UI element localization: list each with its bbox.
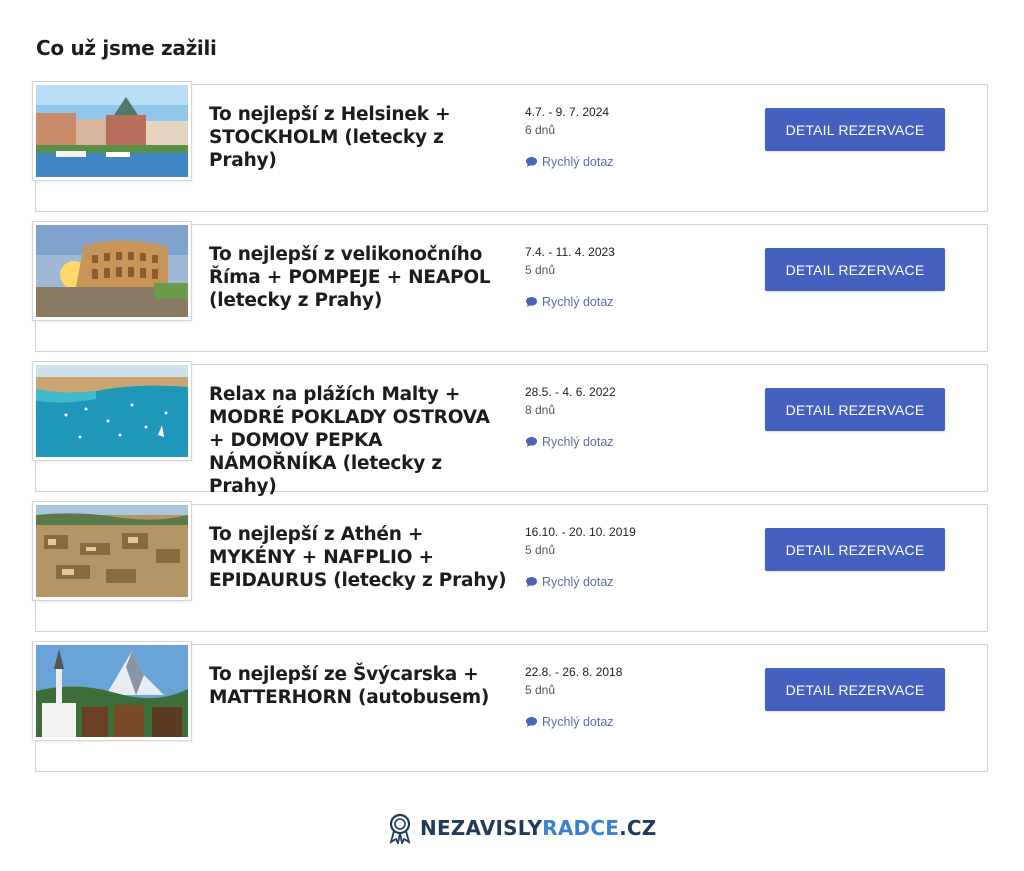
trip-photo-athens[interactable]: [32, 501, 192, 601]
trip-dates: 7.4. - 11. 4. 2023: [525, 245, 615, 259]
trip-card: Relax na plážích Malty + MODRÉ POKLADY O…: [32, 361, 988, 497]
trip-photo-rome[interactable]: [32, 221, 192, 321]
logo-text-part1: NEZAVISLY: [420, 816, 543, 840]
trip-photo-malta[interactable]: [32, 361, 192, 461]
trip-card: To nejlepší z velikonočního Říma + POMPE…: [32, 221, 988, 352]
chat-bubble-icon: [526, 297, 537, 307]
trip-photo-helsinki[interactable]: [32, 81, 192, 181]
chat-bubble-icon: [526, 437, 537, 447]
trip-title: To nejlepší ze Švýcarska + MATTERHORN (a…: [209, 664, 490, 708]
quick-question-label: Rychlý dotaz: [542, 575, 614, 589]
quick-question-link[interactable]: Rychlý dotaz: [525, 295, 614, 309]
site-logo[interactable]: NEZAVISLYRADCE.CZ: [386, 812, 656, 844]
trip-dates: 16.10. - 20. 10. 2019: [525, 525, 636, 539]
trip-card: To nejlepší z Athén + MYKÉNY + NAFPLIO +…: [32, 501, 988, 632]
detail-reservation-button[interactable]: DETAIL REZERVACE: [765, 388, 945, 431]
trip-duration: 5 dnů: [525, 683, 556, 697]
trip-dates: 28.5. - 4. 6. 2022: [525, 385, 616, 399]
detail-reservation-button[interactable]: DETAIL REZERVACE: [765, 248, 945, 291]
malta-bay-image: [36, 365, 188, 457]
trip-card: To nejlepší z Helsinek + STOCKHOLM (lete…: [32, 81, 988, 212]
quick-question-link[interactable]: Rychlý dotaz: [525, 715, 614, 729]
trip-title: To nejlepší z Helsinek + STOCKHOLM (lete…: [209, 104, 451, 171]
helsinki-harbor-image: [36, 85, 188, 177]
quick-question-label: Rychlý dotaz: [542, 715, 614, 729]
trip-duration: 6 dnů: [525, 123, 556, 137]
logo-text-part2: RADCE: [542, 816, 620, 840]
matterhorn-village-image: [36, 645, 188, 737]
quick-question-link[interactable]: Rychlý dotaz: [525, 155, 614, 169]
chat-bubble-icon: [526, 717, 537, 727]
section-title: Co už jsme zažili: [36, 36, 217, 60]
quick-question-label: Rychlý dotaz: [542, 295, 614, 309]
quick-question-label: Rychlý dotaz: [542, 435, 614, 449]
trip-duration: 8 dnů: [525, 403, 556, 417]
detail-reservation-button[interactable]: DETAIL REZERVACE: [765, 668, 945, 711]
mycenae-ruins-image: [36, 505, 188, 597]
trip-duration: 5 dnů: [525, 263, 556, 277]
trip-title: To nejlepší z velikonočního Říma + POMPE…: [209, 244, 491, 311]
trip-card: To nejlepší ze Švýcarska + MATTERHORN (a…: [32, 641, 988, 772]
page: Co už jsme zažili To nejlepší z Helsinek…: [0, 0, 1024, 871]
trip-photo-switzerland[interactable]: [32, 641, 192, 741]
logo-text: NEZAVISLYRADCE.CZ: [420, 816, 656, 840]
detail-reservation-button[interactable]: DETAIL REZERVACE: [765, 108, 945, 151]
quick-question-link[interactable]: Rychlý dotaz: [525, 435, 614, 449]
trip-dates: 22.8. - 26. 8. 2018: [525, 665, 623, 679]
logo-text-part3: .CZ: [619, 816, 657, 840]
quick-question-link[interactable]: Rychlý dotaz: [525, 575, 614, 589]
trip-duration: 5 dnů: [525, 543, 556, 557]
colosseum-image: [36, 225, 188, 317]
quick-question-label: Rychlý dotaz: [542, 155, 614, 169]
trip-dates: 4.7. - 9. 7. 2024: [525, 105, 610, 119]
detail-reservation-button[interactable]: DETAIL REZERVACE: [765, 528, 945, 571]
chat-bubble-icon: [526, 157, 537, 167]
trip-title: Relax na plážích Malty + MODRÉ POKLADY O…: [209, 384, 490, 497]
chat-bubble-icon: [526, 577, 537, 587]
trip-title: To nejlepší z Athén + MYKÉNY + NAFPLIO +…: [209, 524, 507, 591]
award-badge-icon: [389, 813, 411, 844]
